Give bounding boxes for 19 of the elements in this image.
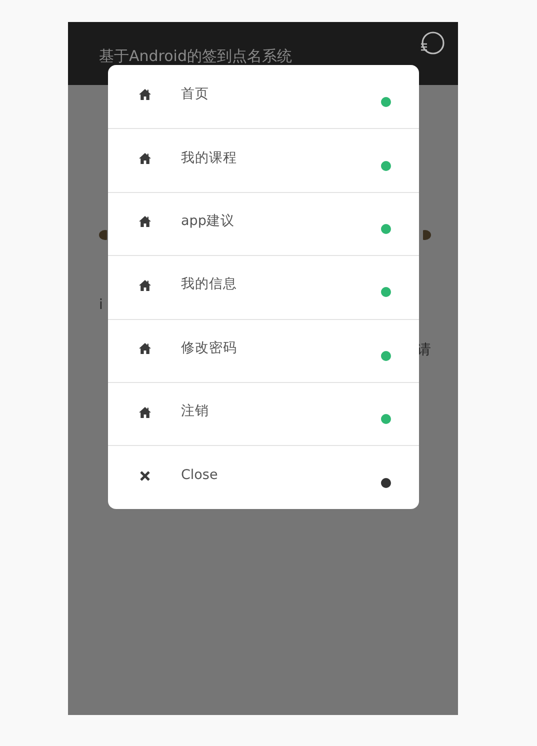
ornament-icon (423, 229, 431, 241)
home-icon (138, 153, 150, 164)
menu-item[interactable]: 注销 (108, 382, 419, 446)
menu-item[interactable]: Close (108, 445, 419, 509)
menu-item[interactable]: 修改密码 (108, 318, 419, 382)
home-icon (138, 406, 150, 418)
app-title: 基于Android的签到点名系统 (99, 47, 292, 65)
text-fragment: i (99, 297, 103, 313)
menu-item[interactable]: 首页 (108, 65, 419, 128)
home-icon (138, 280, 150, 291)
menu-icon[interactable] (419, 31, 445, 57)
ornament-icon (99, 229, 107, 241)
menu-item[interactable]: 我的信息 (108, 255, 419, 319)
menu-item[interactable]: 我的课程 (108, 128, 419, 192)
home-icon (138, 216, 150, 228)
close-icon (140, 470, 150, 481)
home-icon (138, 343, 150, 354)
home-icon (138, 89, 150, 100)
menu-item[interactable]: app建议 (108, 192, 419, 256)
